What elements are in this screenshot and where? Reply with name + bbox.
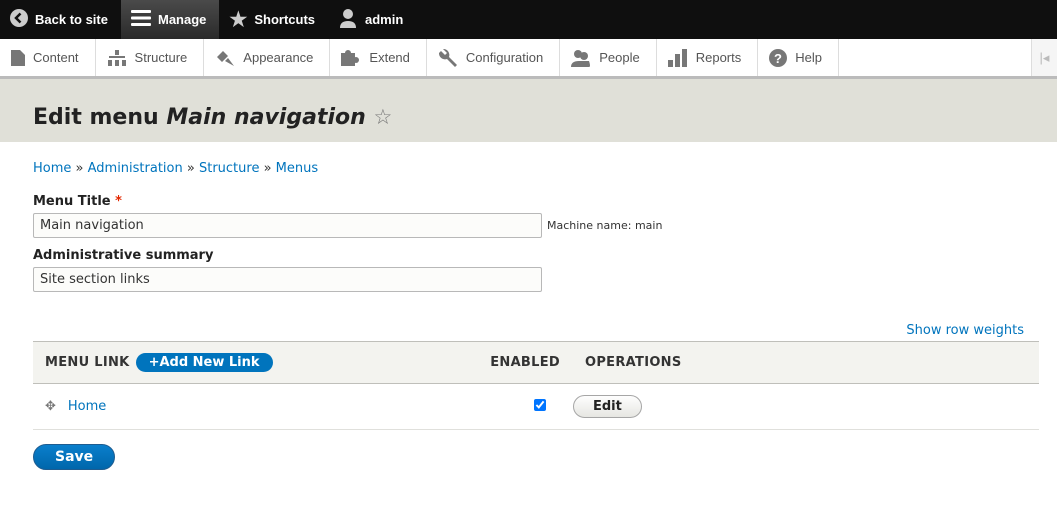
menu-name: Main navigation (166, 105, 366, 130)
user-icon (338, 8, 358, 31)
chevron-left-circle-icon (10, 9, 28, 30)
tab-extend[interactable]: Extend (330, 39, 427, 76)
shortcuts-tab[interactable]: ★ Shortcuts (219, 0, 328, 39)
manage-label: Manage (157, 12, 207, 27)
header-label: Menu link (45, 355, 130, 370)
operations-header: Operations (585, 355, 682, 370)
admin-toolbar: Back to site Manage ★ Shortcuts admin (0, 0, 1057, 39)
machine-name: Machine name: main (547, 219, 663, 232)
tab-reports[interactable]: Reports (657, 39, 759, 76)
back-to-site-link[interactable]: Back to site (0, 0, 121, 39)
tab-configuration[interactable]: Configuration (427, 39, 561, 76)
tab-appearance[interactable]: Appearance (204, 39, 331, 76)
save-button[interactable]: Save (33, 444, 116, 470)
label-text: Menu Title (33, 194, 111, 209)
breadcrumb-menus[interactable]: Menus (276, 161, 318, 176)
manage-tray: Content Structure Appearance Extend Conf… (0, 39, 1057, 79)
tab-label: Reports (695, 50, 742, 65)
breadcrumb-home[interactable]: Home (33, 161, 71, 176)
tab-people[interactable]: People (560, 39, 657, 76)
collapse-tray-button[interactable]: |◂ (1031, 39, 1057, 76)
breadcrumb-administration[interactable]: Administration (88, 161, 183, 176)
breadcrumb-structure[interactable]: Structure (199, 161, 259, 176)
user-tab[interactable]: admin (328, 0, 416, 39)
tab-content[interactable]: Content (0, 39, 96, 76)
star-icon: ★ (229, 9, 248, 31)
page-title: Edit menu Main navigation ☆ (0, 79, 1057, 142)
enabled-header: Enabled (490, 355, 560, 370)
tab-label: Configuration (465, 50, 544, 65)
summary-input[interactable] (33, 267, 542, 292)
tab-help[interactable]: ? Help (758, 39, 839, 76)
star-outline-icon[interactable]: ☆ (373, 105, 392, 129)
tab-label: Appearance (243, 50, 314, 65)
sitemap-icon (107, 49, 126, 66)
table-row: ✥ Home Edit (33, 384, 1039, 430)
required-marker: * (115, 194, 122, 209)
wrench-icon (438, 48, 457, 67)
add-new-link-button[interactable]: +Add New Link (135, 353, 273, 372)
user-label: admin (365, 12, 404, 27)
drag-handle-icon[interactable]: ✥ (45, 399, 56, 414)
hamburger-icon (130, 9, 151, 30)
puzzle-icon (341, 49, 360, 66)
tab-label: Structure (134, 50, 188, 65)
file-icon (11, 49, 25, 66)
tab-label: Extend (369, 50, 410, 65)
arrow-left-bar-icon: |◂ (1039, 49, 1050, 65)
title-prefix: Edit menu (33, 105, 159, 130)
menu-title-input[interactable] (33, 213, 542, 238)
enabled-checkbox[interactable] (534, 398, 546, 411)
bar-chart-icon (667, 48, 687, 67)
menu-links-table: Menu link +Add New Link Enabled Operation… (33, 341, 1039, 430)
tab-label: People (599, 50, 640, 65)
menu-link-header: Menu link +Add New Link (33, 342, 463, 384)
edit-button[interactable]: Edit (573, 395, 642, 418)
svg-text:?: ? (774, 51, 782, 66)
breadcrumb: Home » Administration » Structure » Menu… (33, 161, 319, 176)
show-row-weights-link[interactable]: Show row weights (906, 323, 1024, 338)
manage-tab[interactable]: Manage (120, 0, 220, 39)
tab-label: Content (33, 50, 79, 65)
summary-label: Administrative summary (33, 248, 214, 263)
help-icon: ? (769, 48, 788, 67)
tab-label: Help (795, 50, 822, 65)
tab-structure[interactable]: Structure (96, 39, 205, 76)
menu-title-label: Menu Title * (33, 194, 1024, 209)
people-icon (571, 49, 591, 67)
shortcuts-label: Shortcuts (254, 12, 315, 27)
menu-link-home[interactable]: Home (68, 399, 106, 414)
back-label: Back to site (35, 12, 108, 27)
paintbrush-icon (217, 50, 235, 66)
